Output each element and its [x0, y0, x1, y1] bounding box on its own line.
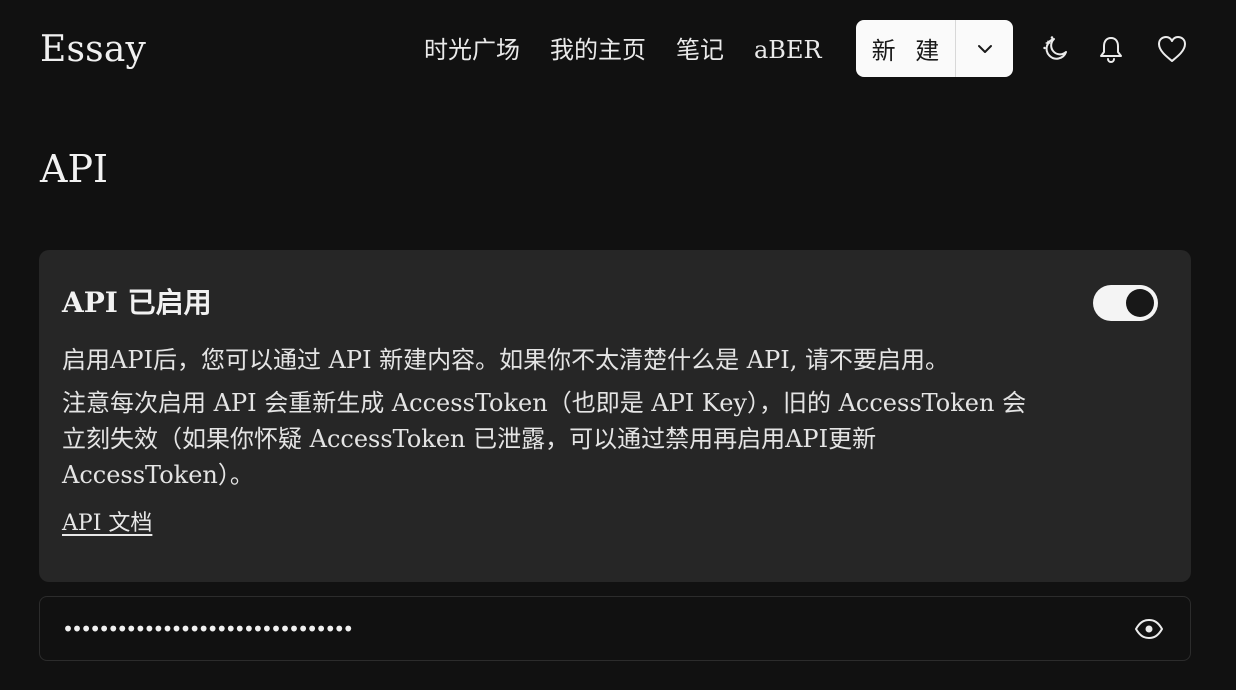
main-nav: 时光广场 我的主页 笔记 aBER	[424, 30, 822, 70]
heart-icon	[1158, 36, 1186, 62]
api-description: 启用API后，您可以通过 API 新建内容。如果你不太清楚什么是 API, 请不…	[62, 346, 950, 374]
eye-icon	[1135, 619, 1163, 639]
new-split-button: 新 建	[856, 20, 1013, 77]
api-enabled-toggle[interactable]	[1093, 285, 1158, 321]
new-button[interactable]: 新 建	[856, 20, 956, 77]
toggle-token-visibility-button[interactable]	[1132, 614, 1166, 644]
api-token-notice: 注意每次启用 API 会重新生成 AccessToken（也即是 API Key…	[62, 389, 1027, 489]
access-token-field	[39, 596, 1191, 661]
chevron-down-icon	[977, 44, 992, 53]
nav-item-time-plaza[interactable]: 时光广场	[424, 30, 520, 70]
favorites-button[interactable]	[1156, 33, 1188, 65]
api-status-title: API 已启用	[62, 286, 212, 319]
api-settings-card: API 已启用 启用API后，您可以通过 API 新建内容。如果你不太清楚什么是…	[39, 250, 1191, 582]
notifications-button[interactable]	[1095, 33, 1127, 65]
nav-item-my-homepage[interactable]: 我的主页	[550, 30, 646, 70]
access-token-input[interactable]	[62, 597, 1062, 660]
bell-icon	[1100, 37, 1122, 63]
brand-logo[interactable]: Essay	[40, 28, 146, 72]
nav-item-notes[interactable]: 笔记	[676, 30, 724, 70]
new-dropdown-button[interactable]	[956, 20, 1013, 77]
api-docs-link[interactable]: API 文档	[62, 508, 152, 540]
theme-toggle-button[interactable]	[1040, 33, 1072, 65]
toggle-knob	[1126, 289, 1154, 317]
moon-stars-icon	[1043, 36, 1067, 60]
nav-item-user[interactable]: aBER	[754, 30, 822, 70]
page-title: API	[40, 147, 109, 191]
